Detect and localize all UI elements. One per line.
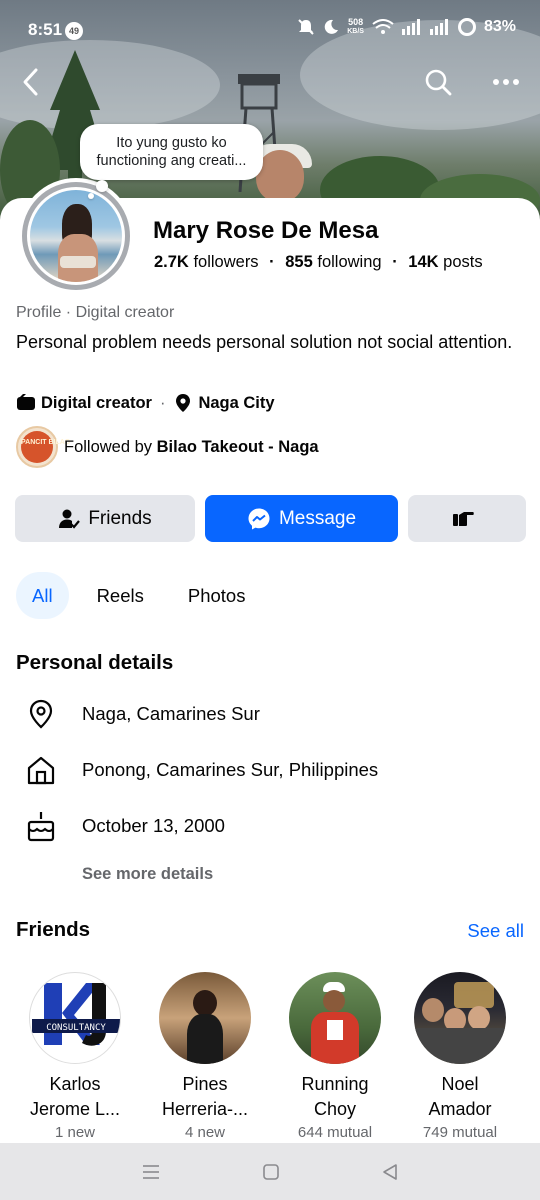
moon-icon: [324, 19, 339, 34]
detail-row-location: Naga, Camarines Sur: [24, 697, 260, 731]
messenger-icon: [248, 508, 270, 529]
home-icon: [27, 756, 55, 785]
friend-name-line2: Herreria-...: [161, 1099, 248, 1119]
story-ring: [22, 182, 130, 290]
friends-button-label: Friends: [88, 507, 152, 529]
posts-count: 14K: [408, 253, 439, 271]
friend-card[interactable]: Running Choy 644 mutual: [274, 972, 396, 1141]
friend-card[interactable]: Noel Amador 749 mutual: [399, 972, 521, 1141]
status-bar: 8:51 49 508 KB/S 83%: [0, 0, 540, 62]
note-bubble-tail: [88, 193, 94, 199]
signal-icon: [429, 19, 448, 35]
friend-name-line1: Running: [301, 1074, 369, 1094]
signal-icon: [401, 19, 420, 35]
poke-hand-icon: [453, 511, 474, 526]
back-arrow-icon[interactable]: [16, 64, 48, 100]
location-pin-icon: [29, 699, 53, 729]
home-button-icon[interactable]: [262, 1163, 280, 1181]
detail-birthday-text: October 13, 2000: [82, 815, 225, 836]
followed-by-prefix: Followed by: [64, 437, 153, 456]
profile-name: Mary Rose De Mesa: [153, 217, 379, 244]
detail-hometown-text: Ponong, Camarines Sur, Philippines: [82, 759, 379, 780]
profile-stats: 2.7K followers · 855 following · 14K pos…: [154, 253, 483, 271]
battery-icon: [457, 18, 476, 36]
message-button[interactable]: Message: [205, 495, 398, 542]
karlos-logo-text: CONSULTANCY: [46, 1023, 106, 1033]
mute-bell-icon: [298, 19, 314, 35]
video-camera-icon: [17, 394, 35, 410]
battery-level: 83%: [483, 18, 516, 35]
profile-city[interactable]: Naga City: [198, 394, 274, 413]
followers-label[interactable]: followers: [193, 253, 258, 271]
friend-name-line2: Amador: [428, 1099, 492, 1119]
friend-name-line2: Jerome L...: [29, 1099, 121, 1119]
poke-button[interactable]: [408, 495, 526, 542]
friend-avatar: [414, 972, 506, 1064]
followed-by-row[interactable]: PANCIT BILAO Followed by Bilao Takeout -…: [16, 426, 319, 468]
tab-photos[interactable]: Photos: [172, 572, 262, 619]
profile-bio: Personal problem needs personal solution…: [16, 332, 513, 352]
see-all-friends-link[interactable]: See all: [467, 920, 524, 942]
network-speed-unit: KB/S: [347, 28, 364, 35]
system-navigation-bar: [0, 1143, 540, 1200]
detail-row-hometown: Ponong, Camarines Sur, Philippines: [24, 753, 378, 787]
followers-count[interactable]: 2.7K: [154, 253, 189, 271]
following-label[interactable]: following: [317, 253, 381, 271]
page-logo: PANCIT BILAO: [16, 426, 70, 468]
recent-apps-icon[interactable]: [141, 1163, 161, 1181]
cover-person: [256, 150, 304, 202]
friend-avatar: CONSULTANCY: [29, 972, 121, 1064]
profile-meta-row: Digital creator · Naga City: [16, 393, 275, 413]
friend-card[interactable]: CONSULTANCY Karlos Jerome L... 1 new: [14, 972, 136, 1141]
profile-job: Digital creator: [41, 393, 152, 412]
followed-by-name[interactable]: Bilao Takeout - Naga: [157, 438, 319, 457]
friends-check-icon: [59, 509, 81, 529]
friends-section-title: Friends: [16, 918, 91, 941]
message-button-label: Message: [278, 507, 357, 529]
following-count[interactable]: 855: [285, 253, 313, 271]
posts-label: posts: [443, 253, 483, 271]
friend-avatar: [159, 972, 251, 1064]
friend-name-line1: Karlos: [49, 1074, 101, 1094]
page-logo-text: PANCIT BILAO: [21, 431, 70, 463]
search-icon[interactable]: [422, 66, 454, 98]
detail-location-text: Naga, Camarines Sur: [82, 703, 260, 724]
location-pin-icon: [176, 394, 191, 412]
friend-name-line1: Pines: [182, 1074, 228, 1094]
profile-tabs: All Reels Photos: [16, 572, 273, 619]
profile-avatar[interactable]: [18, 178, 134, 294]
back-button-icon[interactable]: [381, 1163, 399, 1181]
friend-name-line2: Choy: [313, 1099, 357, 1119]
tab-reels[interactable]: Reels: [81, 572, 160, 619]
friend-avatar: [289, 972, 381, 1064]
note-bubble-tail: [96, 180, 108, 192]
friend-meta: 1 new: [54, 1124, 96, 1141]
profile-note-bubble[interactable]: Ito yung gusto ko functioning ang creati…: [80, 124, 263, 180]
detail-row-birthday: October 13, 2000: [24, 809, 225, 843]
wifi-icon: [372, 19, 394, 34]
see-more-details-link[interactable]: See more details: [82, 865, 213, 884]
friend-name-line1: Noel: [441, 1074, 479, 1094]
friend-meta: 644 mutual: [297, 1124, 373, 1141]
status-time: 8:51: [28, 20, 63, 39]
notification-count-badge: 49: [65, 22, 83, 40]
network-speed-value: 508: [348, 17, 364, 27]
profile-category: Profile · Digital creator: [16, 304, 175, 321]
friend-meta: 749 mutual: [422, 1124, 498, 1141]
friend-meta: 4 new: [184, 1124, 226, 1141]
personal-details-title: Personal details: [16, 651, 174, 674]
more-options-icon[interactable]: [490, 66, 522, 98]
friend-card[interactable]: Pines Herreria-... 4 new: [144, 972, 266, 1141]
tab-all[interactable]: All: [16, 572, 69, 619]
friends-button[interactable]: Friends: [15, 495, 195, 542]
birthday-cake-icon: [27, 812, 55, 842]
avatar-image: [30, 190, 122, 282]
network-speed: 508 KB/S: [347, 18, 364, 36]
